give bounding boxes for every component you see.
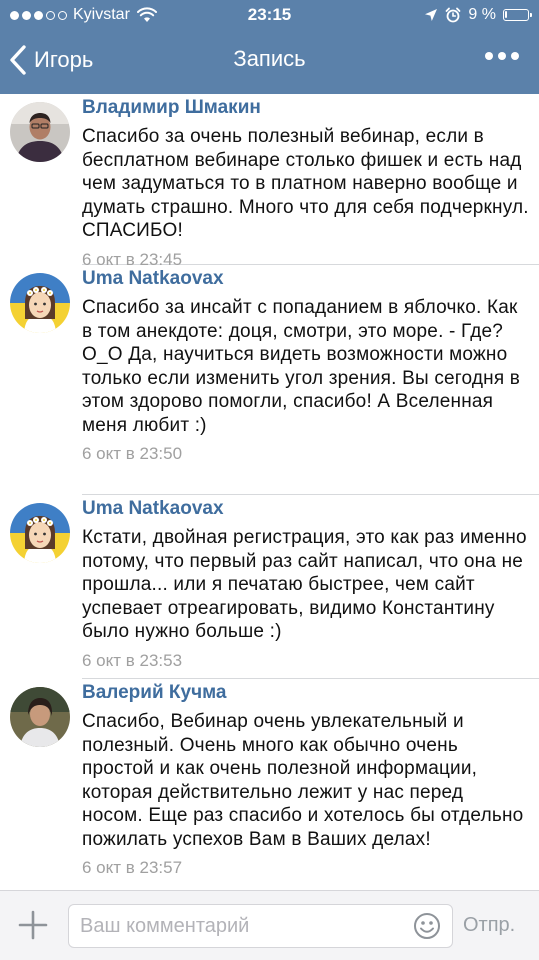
send-button[interactable]: Отпр.: [463, 914, 515, 937]
plus-icon[interactable]: [18, 910, 48, 940]
comment-item: Владимир Шмакин Спасибо за очень полезны…: [0, 94, 539, 269]
avatar[interactable]: [10, 687, 70, 747]
page-title: Запись: [233, 46, 306, 71]
app-header: Kyivstar 23:15 9 % Игорь Запись: [0, 0, 539, 94]
comment-text: Спасибо за очень полезный вебинар, если …: [82, 126, 529, 241]
comment-item: Uma Natkaovax Спасибо за инсайт с попада…: [0, 265, 539, 494]
ellipsis-dot: [511, 52, 519, 60]
nav-bar: Игорь Запись: [0, 32, 539, 94]
comment-text: Спасибо, Вебинар очень увлекательный и п…: [82, 711, 524, 850]
smiley-icon[interactable]: [413, 912, 441, 940]
comment-item: Uma Natkaovax Кстати, двойная регистраци…: [0, 495, 539, 678]
comment-text: Спасибо за инсайт с попаданием в яблочко…: [82, 297, 521, 436]
comment-author[interactable]: Владимир Шмакин: [82, 96, 529, 120]
comment-date: 6 окт в 23:50: [82, 444, 183, 463]
comment-author[interactable]: Uma Natkaovax: [82, 497, 529, 521]
comment-item: Валерий Кучма Спасибо, Вебинар очень увл…: [0, 679, 539, 890]
battery-level: [505, 11, 507, 18]
battery-tip: [530, 13, 532, 17]
avatar-girl-illustration: [10, 503, 70, 563]
status-right-group: 9 %: [424, 6, 532, 24]
avatar[interactable]: [10, 102, 70, 162]
battery-percent: 9 %: [468, 6, 496, 23]
comment-date: 6 окт в 23:53: [82, 650, 183, 670]
comment-input[interactable]: [68, 904, 453, 948]
comment-text: Кстати, двойная регистрация, это как раз…: [82, 527, 527, 642]
comment-author[interactable]: Валерий Кучма: [82, 681, 529, 705]
ellipsis-icon: [485, 52, 493, 60]
more-options-button[interactable]: [485, 52, 519, 60]
comment-date: 6 окт в 23:57: [82, 858, 183, 877]
status-bar: Kyivstar 23:15 9 %: [0, 0, 539, 32]
avatar-photo-woman: [10, 687, 70, 747]
comments-list: Владимир Шмакин Спасибо за очень полезны…: [0, 94, 539, 890]
alarm-clock-icon: [446, 7, 461, 23]
comment-author[interactable]: Uma Natkaovax: [82, 267, 529, 291]
avatar-photo-man: [10, 102, 70, 162]
comment-composer: Отпр.: [0, 890, 539, 960]
location-arrow-icon: [425, 9, 438, 21]
battery-icon: [503, 9, 532, 21]
ellipsis-dot: [498, 52, 506, 60]
avatar-girl-illustration: [10, 273, 70, 333]
avatar[interactable]: [10, 503, 70, 563]
avatar[interactable]: [10, 273, 70, 333]
